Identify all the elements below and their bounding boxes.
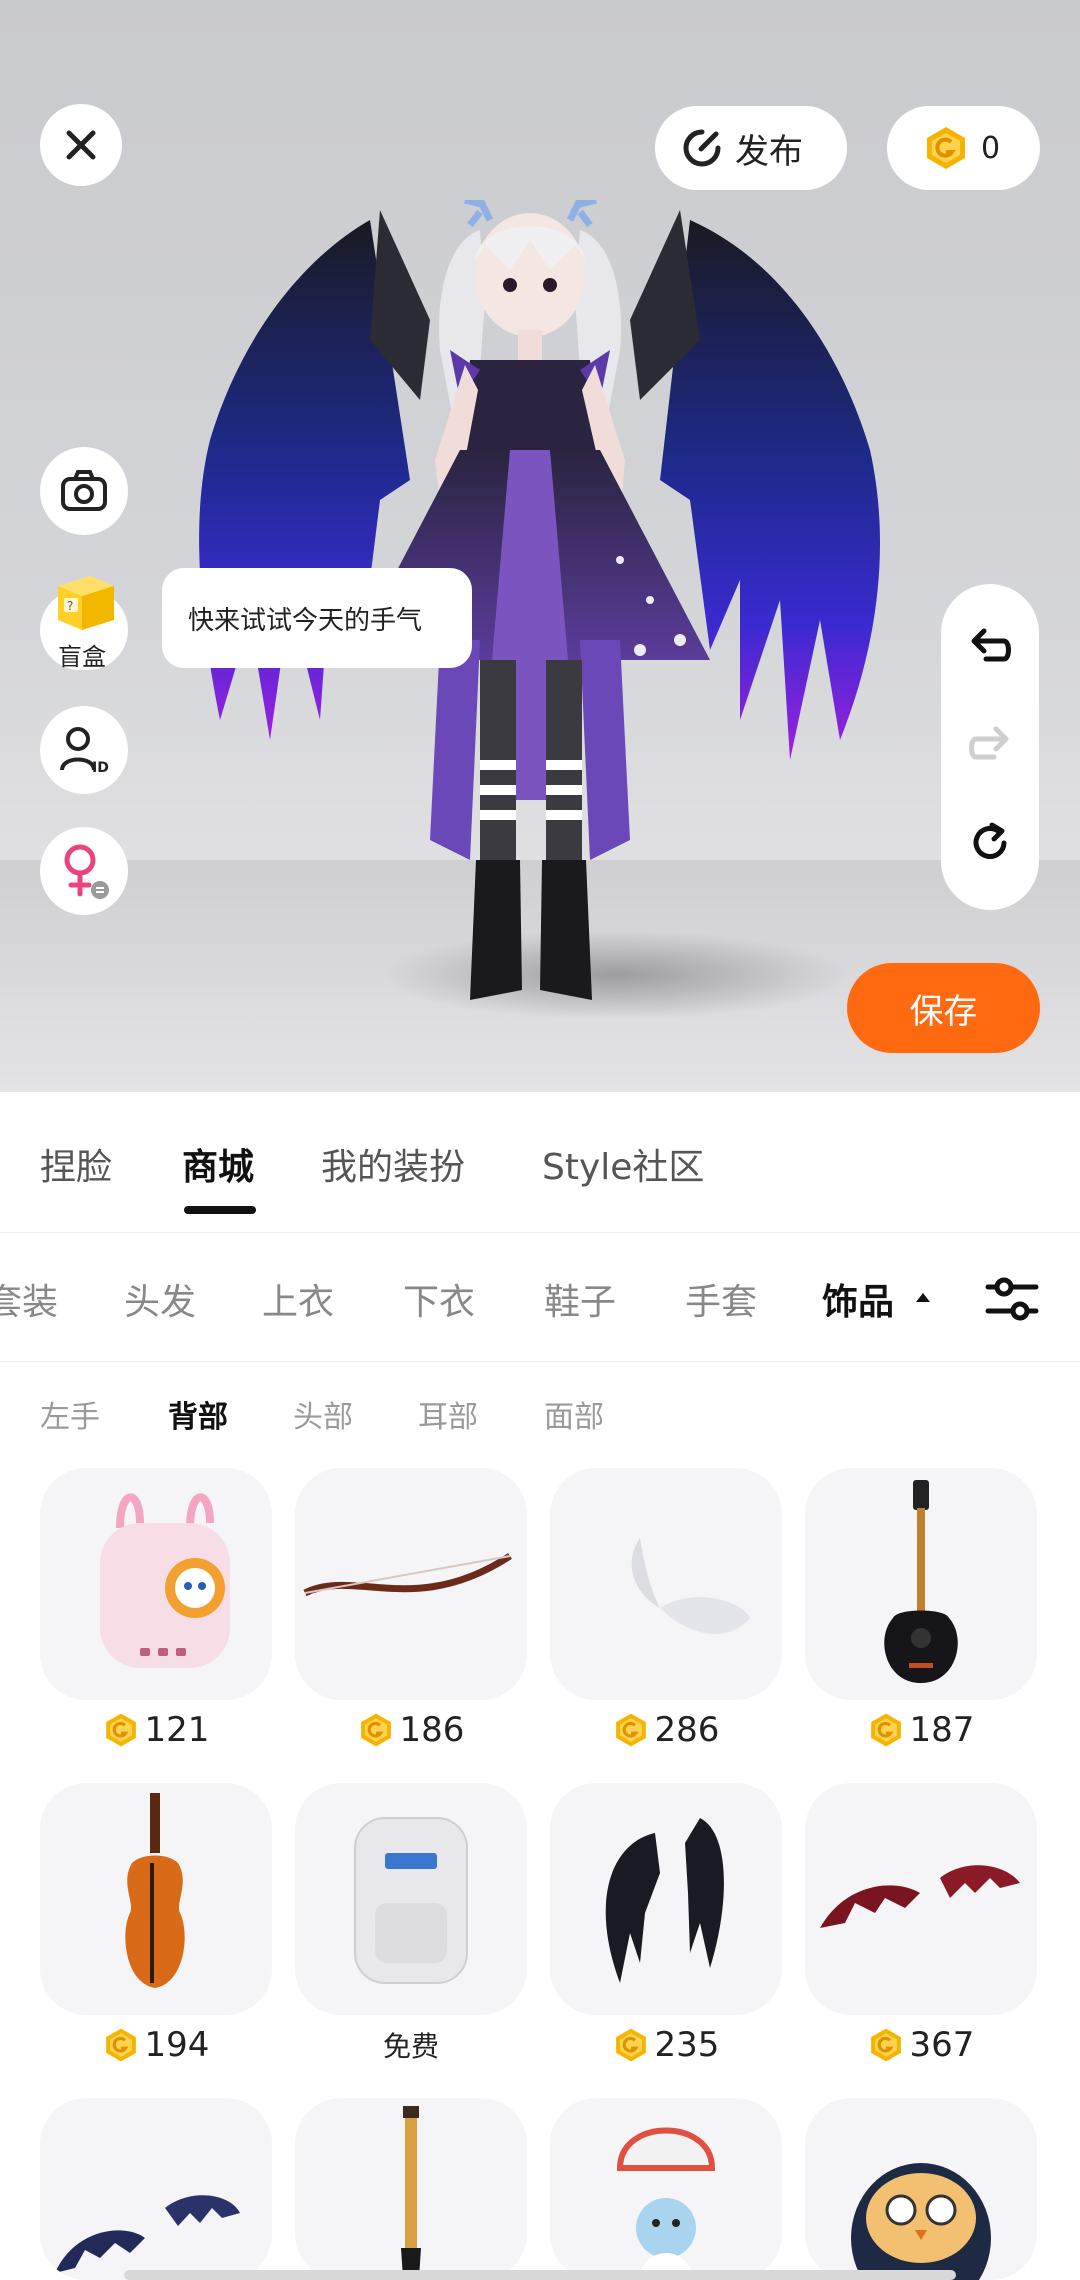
active-tab-indicator (184, 1206, 256, 1214)
item-price-value: 367 (909, 2025, 975, 2065)
item-price: 186 (295, 1705, 527, 1755)
female-icon (64, 844, 109, 899)
undo-icon (971, 628, 1011, 662)
coin-icon (105, 1713, 136, 1747)
subcategory-left-hand[interactable]: 左手 (40, 1392, 100, 1436)
tab-style-community[interactable]: Style社区 (542, 1138, 704, 1190)
item-card-penguin-parachute[interactable] (550, 2098, 782, 2280)
avatar-id-button[interactable]: ID (40, 706, 128, 794)
category-hair[interactable]: 头发 (124, 1273, 196, 1325)
item-price: 187 (805, 1705, 1037, 1755)
bow-image (303, 1553, 512, 1597)
category-row[interactable]: 套装 头发 上衣 下衣 鞋子 手套 饰品 (0, 1232, 1080, 1362)
item-card-red-bat-wings[interactable] (805, 1783, 1037, 2015)
item-price: 121 (40, 1705, 272, 1755)
redo-button[interactable] (965, 720, 1015, 770)
item-price: 免费 (295, 2020, 527, 2070)
coin-icon (360, 1713, 391, 1747)
coin-icon (927, 127, 965, 169)
reset-icon (973, 822, 1007, 859)
publish-label: 发布 (735, 131, 803, 172)
blind-box-label: 盲盒 (58, 643, 106, 671)
owl-penguin-image (851, 2163, 991, 2280)
subcategory-face[interactable]: 面部 (544, 1392, 604, 1436)
item-card-brush[interactable] (295, 2098, 527, 2280)
white-wings-image (631, 1538, 750, 1635)
publish-icon (683, 129, 721, 167)
category-gloves[interactable]: 手套 (685, 1273, 757, 1325)
tab-face[interactable]: 捏脸 (40, 1138, 112, 1190)
red-bat-wings-image (820, 1865, 1020, 1928)
item-price-value: 194 (144, 2025, 210, 2065)
item-card-bow[interactable] (295, 1468, 527, 1700)
item-card-owl-penguin[interactable] (805, 2098, 1037, 2280)
category-bottoms[interactable]: 下衣 (403, 1273, 475, 1325)
tab-shop[interactable]: 商城 (182, 1138, 254, 1190)
white-backpack-image (354, 1817, 468, 1984)
item-price-value: 免费 (382, 2030, 439, 2063)
item-price-value: 235 (654, 2025, 720, 2065)
person-id-icon: ID (60, 727, 109, 776)
subcategory-head[interactable]: 头部 (293, 1392, 353, 1436)
redo-icon (969, 726, 1009, 760)
coin-icon (870, 2028, 901, 2062)
history-controls (941, 584, 1039, 910)
item-price: 286 (550, 1705, 782, 1755)
item-card-violin[interactable] (40, 1783, 272, 2015)
item-price: 235 (550, 2020, 782, 2070)
category-shoes[interactable]: 鞋子 (544, 1273, 616, 1325)
blind-box-tooltip: 快来试试今天的手气 (162, 568, 472, 668)
close-button[interactable] (40, 104, 122, 186)
coin-icon (870, 1713, 901, 1747)
item-card-guitar[interactable] (805, 1468, 1037, 1700)
item-card-white-wings[interactable] (550, 1468, 782, 1700)
gender-switch-button[interactable] (40, 827, 128, 915)
svg-text:ID: ID (92, 760, 109, 776)
camera-icon (61, 470, 107, 511)
tab-my-outfits[interactable]: 我的装扮 (321, 1138, 465, 1190)
item-price-value: 286 (654, 1710, 720, 1750)
filter-icon[interactable] (982, 1269, 1042, 1329)
main-tabs: 捏脸 商城 我的装扮 Style社区 (0, 1092, 1080, 1232)
coin-balance: 0 (981, 130, 1001, 166)
item-price: 367 (805, 2020, 1037, 2070)
item-price: 194 (40, 2020, 272, 2070)
save-button[interactable]: 保存 (847, 963, 1040, 1053)
svg-text:?: ? (67, 599, 73, 613)
caret-up-icon (916, 1293, 930, 1302)
guitar-image (884, 1480, 958, 1683)
subcategory-back[interactable]: 背部 (168, 1392, 228, 1436)
subcategory-row: 左手 背部 头部 耳部 面部 (0, 1362, 1080, 1462)
coin-icon (615, 2028, 646, 2062)
undo-button[interactable] (965, 622, 1015, 672)
brush-image (401, 2106, 421, 2280)
close-icon (66, 130, 96, 160)
item-card-blue-bat-wings[interactable] (40, 2098, 272, 2280)
blind-box-icon: ? (58, 576, 114, 630)
category-tops[interactable]: 上衣 (262, 1273, 334, 1325)
coin-icon (615, 1713, 646, 1747)
item-card-white-backpack[interactable] (295, 1783, 527, 2015)
pink-backpack-image (100, 1493, 230, 1668)
coin-balance-button[interactable]: 0 (887, 106, 1040, 190)
item-price-value: 121 (144, 1710, 210, 1750)
black-wings-image (605, 1818, 724, 1983)
publish-button[interactable]: 发布 (655, 106, 847, 190)
reset-button[interactable] (965, 818, 1015, 868)
penguin-parachute-image (616, 2127, 716, 2280)
category-suits[interactable]: 套装 (0, 1273, 58, 1325)
item-price-value: 186 (399, 1710, 465, 1750)
avatar-stage[interactable]: 发布 0 ? 盲盒 快来试试今天的手气 ID 保存 (0, 0, 1080, 1092)
camera-button[interactable] (40, 447, 128, 535)
subcategory-ear[interactable]: 耳部 (418, 1392, 478, 1436)
item-price-value: 187 (909, 1710, 975, 1750)
item-card-pink-backpack[interactable] (40, 1468, 272, 1700)
item-card-black-wings[interactable] (550, 1783, 782, 2015)
blue-bat-wings-image (55, 2195, 240, 2273)
violin-image (125, 1793, 185, 1988)
coin-icon (105, 2028, 136, 2062)
home-indicator (124, 2270, 956, 2280)
category-accessories[interactable]: 饰品 (822, 1273, 894, 1325)
